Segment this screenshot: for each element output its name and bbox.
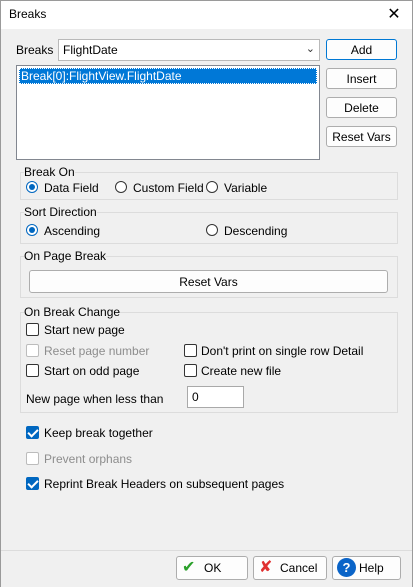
title-bar: Breaks ✕ xyxy=(1,1,412,29)
checkmark-icon: ✔ xyxy=(182,559,196,576)
radio-variable-label[interactable]: Variable xyxy=(224,181,267,195)
on-page-break-title: On Page Break xyxy=(24,249,107,263)
sort-direction-title: Sort Direction xyxy=(24,205,97,219)
cancel-button-label: Cancel xyxy=(280,561,318,575)
break-on-title: Break On xyxy=(24,165,75,179)
help-button[interactable]: ? Help xyxy=(332,556,401,580)
on-break-change-title: On Break Change xyxy=(24,305,121,319)
start-on-odd-page-checkbox[interactable] xyxy=(26,364,39,377)
breaks-combo[interactable]: FlightDate ⌄ xyxy=(58,39,320,61)
new-page-when-less-than-label: New page when less than xyxy=(26,392,164,406)
list-item[interactable]: Break[0]:FlightView.FlightDate xyxy=(19,68,317,84)
radio-variable[interactable] xyxy=(206,181,218,193)
keep-break-together-label[interactable]: Keep break together xyxy=(44,426,153,440)
ok-button-label: OK xyxy=(204,561,222,575)
reprint-break-headers-label[interactable]: Reprint Break Headers on subsequent page… xyxy=(44,477,284,491)
help-icon: ? xyxy=(337,558,356,577)
dont-print-label[interactable]: Don't print on single row Detail xyxy=(201,344,363,358)
create-new-file-checkbox[interactable] xyxy=(184,364,197,377)
new-page-when-less-than-input[interactable]: 0 xyxy=(187,386,244,408)
page-break-reset-vars-button[interactable]: Reset Vars xyxy=(29,270,388,293)
window-title: Breaks xyxy=(9,7,47,21)
reset-page-number-label: Reset page number xyxy=(44,344,150,358)
cancel-button[interactable]: ✘ Cancel xyxy=(253,556,327,580)
breaks-dialog: Breaks ✕ Breaks FlightDate ⌄ Break[0]:Fl… xyxy=(0,0,413,587)
start-new-page-label[interactable]: Start new page xyxy=(44,323,125,337)
start-new-page-checkbox[interactable] xyxy=(26,323,39,336)
breaks-label: Breaks xyxy=(16,43,54,57)
help-button-label: Help xyxy=(359,561,384,575)
reset-vars-button[interactable]: Reset Vars xyxy=(326,126,397,147)
dialog-footer: ✔ OK ✘ Cancel ? Help xyxy=(1,550,412,587)
reset-page-number-checkbox xyxy=(26,344,39,357)
close-icon[interactable]: ✕ xyxy=(381,4,407,26)
radio-ascending[interactable] xyxy=(26,224,38,236)
radio-data-field[interactable] xyxy=(26,181,38,193)
radio-ascending-label[interactable]: Ascending xyxy=(44,224,100,238)
create-new-file-label[interactable]: Create new file xyxy=(201,364,281,378)
ok-button[interactable]: ✔ OK xyxy=(176,556,248,580)
radio-descending-label[interactable]: Descending xyxy=(224,224,287,238)
add-button[interactable]: Add xyxy=(326,39,397,60)
new-page-when-less-than-value: 0 xyxy=(192,390,199,404)
breaks-combo-value: FlightDate xyxy=(63,43,118,57)
insert-button[interactable]: Insert xyxy=(326,68,397,89)
breaks-list[interactable]: Break[0]:FlightView.FlightDate xyxy=(16,65,320,160)
prevent-orphans-checkbox xyxy=(26,452,39,465)
radio-data-field-label[interactable]: Data Field xyxy=(44,181,99,195)
radio-descending[interactable] xyxy=(206,224,218,236)
keep-break-together-checkbox[interactable] xyxy=(26,426,39,439)
prevent-orphans-label: Prevent orphans xyxy=(44,452,133,466)
reprint-break-headers-checkbox[interactable] xyxy=(26,477,39,490)
delete-button[interactable]: Delete xyxy=(326,97,397,118)
radio-custom-field[interactable] xyxy=(115,181,127,193)
dont-print-checkbox[interactable] xyxy=(184,344,197,357)
radio-custom-field-label[interactable]: Custom Field xyxy=(133,181,204,195)
start-on-odd-page-label[interactable]: Start on odd page xyxy=(44,364,139,378)
chevron-down-icon[interactable]: ⌄ xyxy=(306,42,315,55)
cross-icon: ✘ xyxy=(259,559,273,576)
